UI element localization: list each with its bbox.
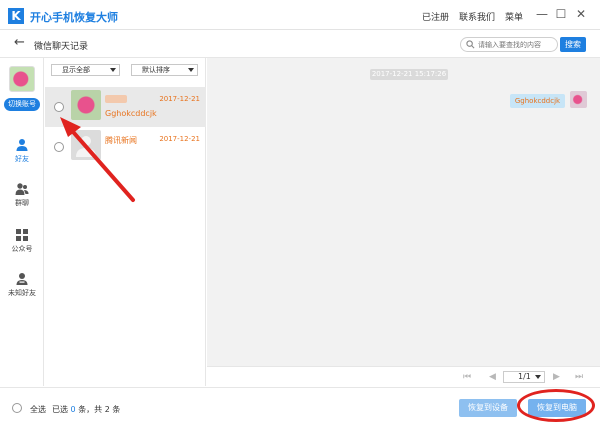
total-count: 2: [104, 405, 110, 414]
avatar: [9, 66, 35, 92]
message-bubble: Gghokcddcjk: [510, 94, 565, 108]
group-icon: [15, 183, 29, 195]
person-icon: [16, 139, 28, 151]
select-radio[interactable]: [54, 102, 64, 112]
prev-page-icon[interactable]: ◀: [489, 371, 496, 383]
chat-panel: 2017-12-21 15:17:26 Gghokcddcjk: [207, 58, 600, 366]
app-logo: K: [8, 8, 24, 24]
sidebar-item-official-accounts[interactable]: 公众号: [0, 228, 44, 264]
minimize-button[interactable]: —: [534, 6, 550, 22]
app-title: 开心手机恢复大师: [30, 11, 118, 24]
pagination: ⏮ ◀ 1/1 ▶ ⏭: [207, 366, 600, 386]
sidebar-item-label: 群聊: [15, 199, 29, 207]
sort-dropdown[interactable]: 默认排序: [131, 64, 198, 76]
select-all-radio[interactable]: [12, 403, 22, 413]
search-button[interactable]: 搜索: [560, 37, 586, 52]
menu-registered[interactable]: 已注册: [422, 10, 449, 23]
sidebar: 切换账号 好友 群聊 公众号 未知好友: [0, 58, 44, 386]
chevron-down-icon: [188, 68, 194, 72]
filter-dropdown-value: 显示全部: [62, 66, 90, 74]
search-box: [460, 37, 558, 52]
chevron-down-icon: [110, 68, 116, 72]
restore-to-device-button[interactable]: 恢复到设备: [459, 399, 517, 417]
switch-account-button[interactable]: 切换账号: [4, 98, 40, 111]
sidebar-item-unknown-friends[interactable]: 未知好友: [0, 272, 44, 308]
blurred-name: [105, 95, 127, 103]
contact-date: 2017-12-21: [159, 135, 200, 143]
next-page-icon[interactable]: ▶: [553, 371, 560, 383]
sidebar-item-label: 好友: [15, 155, 29, 163]
selected-prefix: 已选: [52, 405, 68, 414]
menu-contact-us[interactable]: 联系我们: [459, 10, 495, 23]
last-page-icon[interactable]: ⏭: [575, 371, 583, 383]
sidebar-item-groups[interactable]: 群聊: [0, 182, 44, 218]
selected-count: 0: [70, 405, 76, 414]
annotation-circle: [517, 389, 595, 422]
search-icon: [466, 40, 475, 49]
footer-bar: 全选 已选 0 条，共 2 条 恢复到设备 恢复到电脑: [0, 387, 600, 423]
page-title: 微信聊天记录: [34, 42, 89, 52]
close-button[interactable]: ✕: [573, 6, 589, 22]
page-select[interactable]: 1/1: [503, 371, 545, 383]
search-input[interactable]: [478, 39, 556, 50]
title-bar: K 开心手机恢复大师 已注册 联系我们 菜单 — ☐ ✕: [0, 0, 600, 30]
back-arrow-icon[interactable]: ←: [14, 36, 25, 50]
unknown-person-icon: [16, 273, 28, 285]
contact-name: [105, 95, 127, 103]
chevron-down-icon: [535, 375, 541, 379]
contact-list-panel: 显示全部 默认排序 2017-12-21 Gghokcddcjk 腾讯新闻 20…: [45, 58, 206, 386]
sidebar-item-label: 公众号: [11, 245, 33, 253]
selected-mid: 条，共: [78, 405, 103, 414]
annotation-arrow-icon: [60, 117, 135, 202]
filter-dropdown[interactable]: 显示全部: [51, 64, 120, 76]
menu-menu[interactable]: 菜单: [505, 10, 523, 23]
select-all-label[interactable]: 全选: [30, 404, 46, 415]
message-timestamp: 2017-12-21 15:17:26: [370, 69, 448, 80]
apps-icon: [16, 229, 28, 241]
avatar: [570, 91, 587, 108]
total-suffix: 条: [112, 405, 121, 414]
maximize-button[interactable]: ☐: [553, 6, 569, 22]
sidebar-item-label: 未知好友: [8, 289, 36, 297]
page-number: 1/1: [518, 372, 531, 381]
contact-date: 2017-12-21: [159, 95, 200, 103]
sidebar-item-friends[interactable]: 好友: [0, 138, 44, 174]
sort-dropdown-value: 默认排序: [142, 66, 170, 74]
nav-bar: ← 微信聊天记录 搜索: [0, 30, 600, 58]
first-page-icon[interactable]: ⏮: [463, 371, 471, 383]
selection-summary: 已选 0 条，共 2 条: [52, 404, 120, 415]
